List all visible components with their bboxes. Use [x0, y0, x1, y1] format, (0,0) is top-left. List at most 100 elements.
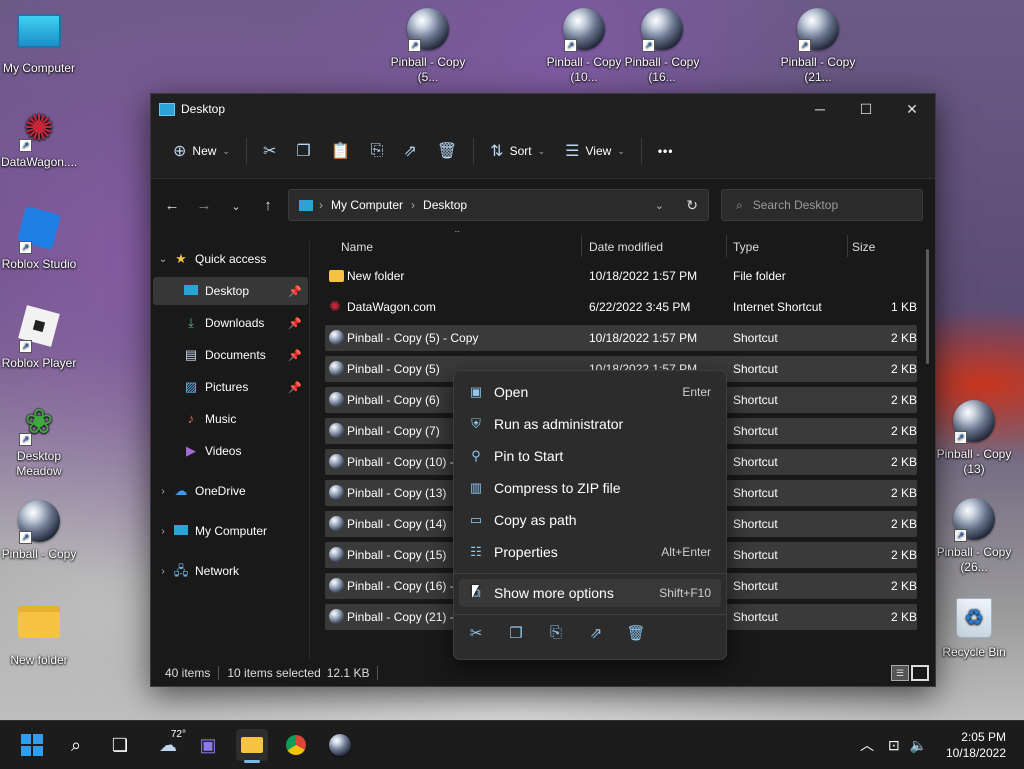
- nav-network[interactable]: › 🖧 Network: [153, 557, 306, 585]
- clock[interactable]: 2:05 PM 10/18/2022: [946, 729, 1006, 761]
- desktop-icon-roblox-player[interactable]: ↗ Roblox Player: [1, 304, 77, 371]
- desktop-icon-my-computer[interactable]: My Computer: [1, 10, 77, 76]
- start-button[interactable]: [16, 729, 48, 761]
- share-icon[interactable]: ⇗: [584, 624, 608, 642]
- desktop-icon-new-folder[interactable]: New folder: [1, 598, 77, 668]
- desktop-icon-pinball-16[interactable]: ↗ Pinball - Copy (16...: [624, 8, 700, 85]
- nav-item-desktop[interactable]: Desktop 📌: [153, 277, 308, 305]
- pinball-icon: [329, 516, 344, 531]
- desktop-icon-pinball-5[interactable]: ↗ Pinball - Copy (5...: [390, 8, 466, 85]
- tiles-view-icon[interactable]: [911, 665, 929, 681]
- column-name[interactable]: Name: [341, 240, 373, 254]
- rename-button[interactable]: ⎘: [361, 135, 394, 167]
- up-button[interactable]: ↑: [252, 197, 284, 214]
- task-view-button[interactable]: ❏: [104, 729, 136, 761]
- pinball-taskbar-button[interactable]: [324, 729, 356, 761]
- column-divider[interactable]: [726, 235, 727, 257]
- menu-label: Compress to ZIP file: [494, 480, 621, 496]
- recent-locations-button[interactable]: ⌄: [220, 197, 252, 214]
- trash-icon[interactable]: 🗑: [624, 624, 648, 642]
- address-bar[interactable]: › My Computer › Desktop ⌄ ↻: [288, 189, 709, 221]
- nav-item-music[interactable]: ♪ Music: [153, 405, 308, 433]
- nav-item-videos[interactable]: ▶ Videos: [153, 437, 308, 465]
- desktop-icon-recycle-bin[interactable]: ♻ Recycle Bin: [936, 596, 1012, 660]
- close-button[interactable]: ✕: [889, 94, 935, 124]
- cut-icon[interactable]: ✂: [464, 624, 488, 642]
- search-icon: ⌕: [70, 734, 82, 755]
- desktop-icon-pinball-26[interactable]: ↗ Pinball - Copy (26...: [936, 498, 1012, 575]
- back-button[interactable]: ←: [156, 197, 188, 214]
- menu-item-compress-zip[interactable]: ▥ Compress to ZIP file: [459, 474, 721, 502]
- network-icon[interactable]: ⊡: [888, 737, 900, 754]
- desktop-icon: [183, 284, 199, 298]
- share-button[interactable]: ⇗: [393, 135, 426, 167]
- details-view-icon[interactable]: ☰: [891, 665, 909, 681]
- nav-onedrive[interactable]: › ☁ OneDrive: [153, 477, 306, 505]
- nav-item-documents[interactable]: ▤ Documents 📌: [153, 341, 308, 369]
- delete-button[interactable]: 🗑: [427, 135, 467, 167]
- desktop-icon-pinball-10[interactable]: ↗ Pinball - Copy (10...: [546, 8, 622, 85]
- nav-item-downloads[interactable]: ⤓ Downloads 📌: [153, 309, 308, 337]
- menu-item-open[interactable]: ▣ Open Enter: [459, 378, 721, 406]
- forward-button[interactable]: →: [188, 197, 220, 214]
- desktop-icon-pinball-13[interactable]: ↗ Pinball - Copy (13): [936, 400, 1012, 477]
- file-type: Shortcut: [733, 548, 778, 562]
- network-icon: 🖧: [173, 563, 189, 578]
- file-row[interactable]: Pinball - Copy (5) - Copy 10/18/2022 1:57…: [325, 325, 917, 351]
- file-row[interactable]: ✺ DataWagon.com 6/22/2022 3:45 PM Internet …: [325, 294, 917, 320]
- refresh-icon[interactable]: ↻: [686, 197, 698, 214]
- file-row[interactable]: New folder 10/18/2022 1:57 PM File folder: [325, 263, 917, 289]
- column-size[interactable]: Size: [852, 240, 875, 254]
- file-type: Internet Shortcut: [733, 300, 822, 314]
- address-dropdown-icon[interactable]: ⌄: [655, 199, 664, 212]
- menu-item-pin-to-start[interactable]: ⚲ Pin to Start: [459, 442, 721, 470]
- rename-icon[interactable]: ⎘: [544, 624, 568, 641]
- copy-button[interactable]: ❐: [286, 135, 320, 167]
- search-button[interactable]: ⌕: [60, 729, 92, 761]
- desktop-icon-label: Pinball - Copy (10...: [546, 55, 622, 84]
- menu-item-copy-as-path[interactable]: ▭ Copy as path: [459, 506, 721, 534]
- shield-icon: ⛨: [471, 416, 481, 431]
- nav-label: Quick access: [195, 252, 267, 266]
- breadcrumb-desktop[interactable]: Desktop: [423, 198, 467, 212]
- breadcrumb-my-computer[interactable]: My Computer: [331, 198, 403, 212]
- nav-quick-access[interactable]: ⌄ ★ Quick access: [153, 245, 306, 273]
- desktop-icon-datawagon[interactable]: ✺ ↗ DataWagon....: [1, 108, 77, 170]
- column-divider[interactable]: [581, 235, 582, 257]
- more-options-button[interactable]: •••: [648, 135, 684, 167]
- search-input[interactable]: Search Desktop: [753, 198, 838, 212]
- nav-item-pictures[interactable]: ▨ Pictures 📌: [153, 373, 308, 401]
- file-size: 2 KB: [890, 610, 917, 624]
- file-type: Shortcut: [733, 610, 778, 624]
- cut-button[interactable]: ✂: [253, 135, 286, 167]
- file-type: Shortcut: [733, 424, 778, 438]
- file-explorer-taskbar-button[interactable]: [236, 729, 268, 763]
- minimize-button[interactable]: ─: [797, 94, 843, 124]
- title-bar[interactable]: Desktop ─ ☐ ✕: [151, 94, 935, 124]
- menu-item-show-more-options[interactable]: ⧉ Show more options Shift+F10: [459, 579, 721, 607]
- volume-icon[interactable]: 🔈: [910, 737, 927, 754]
- column-date[interactable]: Date modified: [589, 240, 663, 254]
- sort-button[interactable]: ⇅ Sort ⌄: [480, 135, 555, 167]
- nav-my-computer[interactable]: › My Computer: [153, 517, 306, 545]
- column-type[interactable]: Type: [733, 240, 759, 254]
- chat-button[interactable]: ▣: [192, 729, 224, 761]
- search-box[interactable]: ⌕ Search Desktop: [721, 189, 923, 221]
- view-button[interactable]: ☰ View ⌄: [555, 135, 635, 167]
- new-button[interactable]: ⊕ New ⌄: [163, 135, 240, 167]
- menu-item-run-as-admin[interactable]: ⛨ Run as administrator: [459, 410, 721, 438]
- copy-icon[interactable]: ❐: [504, 624, 528, 642]
- desktop-icon-pinball[interactable]: ↗ Pinball - Copy: [1, 500, 77, 562]
- desktop-icon-roblox-studio[interactable]: ↗ Roblox Studio: [1, 205, 77, 272]
- chevron-up-icon[interactable]: ︿: [860, 735, 874, 755]
- column-divider[interactable]: [847, 235, 848, 257]
- paste-button[interactable]: 📋: [321, 135, 361, 167]
- desktop-icon-label: Pinball - Copy (21...: [780, 55, 856, 84]
- chrome-taskbar-button[interactable]: [280, 729, 312, 761]
- vertical-scrollbar[interactable]: [926, 249, 929, 364]
- desktop-icon-pinball-21[interactable]: ↗ Pinball - Copy (21...: [780, 8, 856, 85]
- desktop-icon-desktop-meadow[interactable]: ❀ ↗ Desktop Meadow: [1, 402, 77, 479]
- maximize-button[interactable]: ☐: [843, 94, 889, 124]
- menu-item-properties[interactable]: ☷ Properties Alt+Enter: [459, 538, 721, 566]
- widgets-button[interactable]: ☁ 72°: [148, 729, 188, 761]
